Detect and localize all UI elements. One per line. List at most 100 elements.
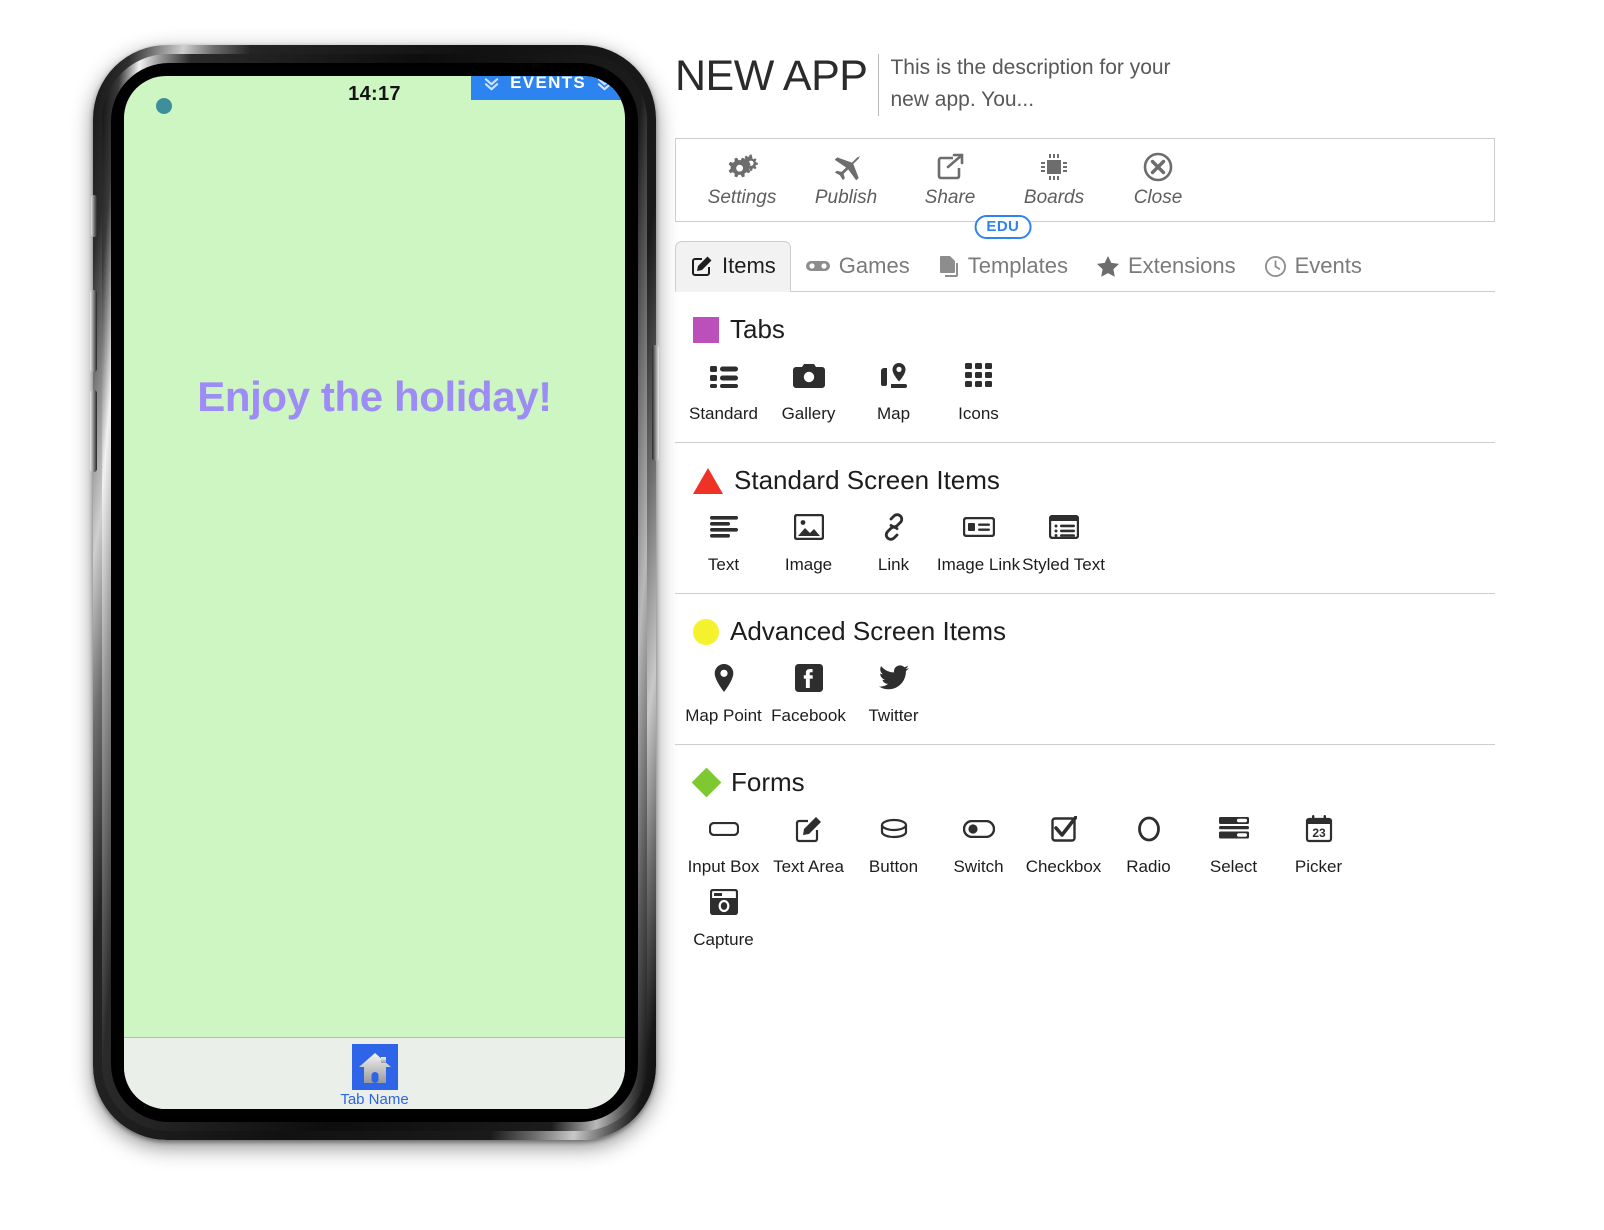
share-label: Share [924, 186, 976, 208]
content-tab-bar: Items Games EDU Templates Extensions Eve… [675, 215, 1495, 292]
item-label: Checkbox [1025, 857, 1102, 876]
tab-templates[interactable]: EDU Templates [924, 215, 1082, 291]
app-window: 14:17 EVENTS Enjoy the holiday! Tab Name… [0, 0, 1604, 1230]
phone-screen: 14:17 EVENTS Enjoy the holiday! Tab Name [124, 76, 625, 1109]
section-marker-square-icon [693, 316, 719, 343]
gears-icon [724, 152, 760, 182]
share-icon [933, 152, 967, 182]
settings-button[interactable]: Settings [690, 139, 794, 221]
styled-text-icon [1048, 512, 1079, 542]
item-link[interactable]: Link [851, 506, 936, 579]
silent-switch-button[interactable] [91, 195, 97, 237]
share-button[interactable]: Share [898, 139, 1002, 221]
item-label: Gallery [781, 404, 836, 423]
pen-square-icon [690, 251, 714, 281]
item-label: Image Link [936, 555, 1021, 574]
boards-button[interactable]: Boards [1002, 139, 1106, 221]
item-standard[interactable]: Standard [681, 355, 766, 428]
editor-panel: NEW APP This is the description for your… [675, 48, 1495, 968]
switch-icon [962, 814, 995, 844]
twitter-icon [878, 663, 909, 693]
chip-icon [1038, 152, 1070, 182]
page-title: NEW APP [675, 52, 868, 100]
item-label: Capture [693, 930, 754, 949]
item-checkbox[interactable]: Checkbox [1021, 808, 1106, 881]
app-description: This is the description for your new app… [890, 56, 1171, 111]
section-item-grid: Input Box Text Area Button Switch Checkb… [675, 802, 1495, 968]
text-lines-icon [709, 512, 739, 542]
main-toolbar: Settings Publish Share Boards Close [675, 138, 1495, 222]
item-label: Image [784, 555, 833, 574]
publish-button[interactable]: Publish [794, 139, 898, 221]
section-item-grid: Text Image Link Image Link Styled Text [675, 500, 1495, 593]
item-input-box[interactable]: Input Box [681, 808, 766, 881]
item-capture[interactable]: Capture [681, 881, 766, 954]
item-text-area[interactable]: Text Area [766, 808, 851, 881]
tab-extensions[interactable]: Extensions [1082, 242, 1250, 291]
tab-games[interactable]: Games [791, 242, 924, 291]
edu-badge: EDU [974, 215, 1032, 239]
image-link-icon [962, 512, 995, 542]
section-advanced-screen-items: Advanced Screen Items Map Point Facebook… [675, 593, 1495, 744]
list-icon [709, 361, 739, 391]
map-pin-route-icon [879, 361, 909, 391]
phone-tab-item[interactable]: Tab Name [315, 1038, 435, 1108]
section-header: Standard Screen Items [675, 457, 1495, 500]
item-text[interactable]: Text [681, 506, 766, 579]
item-switch[interactable]: Switch [936, 808, 1021, 881]
power-button[interactable] [652, 345, 659, 461]
item-radio[interactable]: Radio [1106, 808, 1191, 881]
item-icons[interactable]: Icons [936, 355, 1021, 428]
camera-icon [792, 361, 825, 391]
item-label: Map [876, 404, 911, 423]
item-image-link[interactable]: Image Link [936, 506, 1021, 579]
item-label: Facebook [771, 706, 846, 725]
section-marker-circle-icon [693, 618, 719, 645]
item-styled-text[interactable]: Styled Text [1021, 506, 1106, 579]
item-picker[interactable]: 23 Picker [1276, 808, 1361, 881]
item-label: Switch [953, 857, 1004, 876]
tab-events[interactable]: Events [1250, 242, 1376, 291]
events-badge-button[interactable]: EVENTS [471, 76, 625, 100]
item-label: Standard [689, 404, 758, 423]
section-header: Tabs [675, 306, 1495, 349]
item-map[interactable]: Map [851, 355, 936, 428]
app-header: NEW APP This is the description for your… [675, 48, 1495, 120]
section-title: Advanced Screen Items [730, 616, 1007, 646]
airplane-icon [829, 152, 863, 182]
section-forms: Forms Input Box Text Area Button Switch … [675, 744, 1495, 968]
item-map-point[interactable]: Map Point [681, 657, 766, 730]
close-label: Close [1133, 186, 1183, 208]
item-facebook[interactable]: Facebook [766, 657, 851, 730]
section-standard-screen-items: Standard Screen Items Text Image Link Im… [675, 442, 1495, 593]
item-label: Link [877, 555, 910, 574]
item-image[interactable]: Image [766, 506, 851, 579]
phone-tab-bar: Tab Name [124, 1037, 625, 1109]
screen-headline: Enjoy the holiday! [197, 373, 552, 420]
item-button[interactable]: Button [851, 808, 936, 881]
item-label: Twitter [868, 706, 919, 725]
section-header: Forms [675, 759, 1495, 802]
text-area-icon [795, 814, 823, 844]
tab-items-label: Items [722, 253, 776, 278]
volume-down-button[interactable] [90, 390, 97, 472]
button-icon [880, 814, 908, 844]
section-title: Standard Screen Items [734, 465, 1000, 495]
item-label: Map Point [685, 706, 762, 725]
close-circle-icon [1142, 152, 1174, 182]
phone-status-bar: 14:17 EVENTS [124, 76, 625, 120]
grid-icon [964, 361, 993, 391]
item-label: Picker [1294, 857, 1343, 876]
clock-icon [1264, 251, 1287, 281]
volume-up-button[interactable] [90, 290, 97, 372]
gamepad-icon [805, 251, 831, 281]
close-button[interactable]: Close [1106, 139, 1210, 221]
publish-label: Publish [814, 186, 878, 208]
section-header: Advanced Screen Items [675, 608, 1495, 651]
tab-items[interactable]: Items [675, 241, 791, 292]
item-gallery[interactable]: Gallery [766, 355, 851, 428]
item-twitter[interactable]: Twitter [851, 657, 936, 730]
section-title: Forms [731, 767, 805, 797]
item-select[interactable]: Select [1191, 808, 1276, 881]
link-icon [880, 512, 908, 542]
